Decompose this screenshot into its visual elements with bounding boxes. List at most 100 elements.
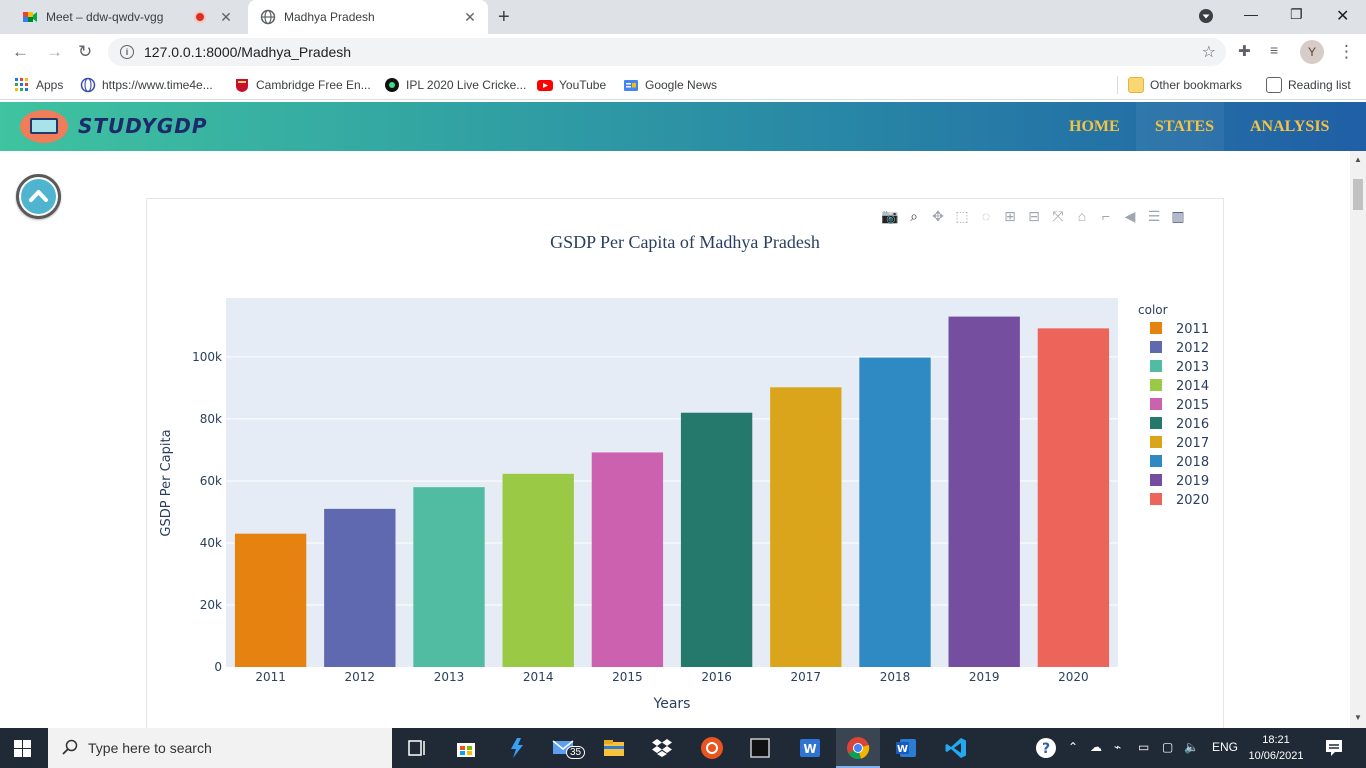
file-explorer-icon[interactable] <box>602 736 626 760</box>
legend-item-label[interactable]: 2015 <box>1176 398 1209 413</box>
bar-2016[interactable] <box>680 412 753 667</box>
legend-item-label[interactable]: 2014 <box>1176 379 1209 394</box>
laptop-logo-icon[interactable] <box>20 110 68 143</box>
ubuntu-icon[interactable] <box>700 736 724 760</box>
back-to-top-button[interactable] <box>16 174 61 219</box>
taskbar-search[interactable]: Type here to search <box>48 728 392 768</box>
nav-analysis[interactable]: ANALYSIS <box>1250 118 1329 136</box>
tab-search-icon[interactable] <box>1198 8 1214 27</box>
mail-icon[interactable]: 35 <box>552 736 586 760</box>
nav-home[interactable]: HOME <box>1069 118 1120 136</box>
microsoft-store-icon[interactable] <box>454 736 478 760</box>
bar-2013[interactable] <box>413 487 485 667</box>
legend-swatch[interactable] <box>1150 379 1162 391</box>
bar-2012[interactable] <box>324 508 396 667</box>
azure-data-studio-icon[interactable] <box>505 736 529 760</box>
legend-item-label[interactable]: 2016 <box>1176 417 1209 432</box>
legend-item-label[interactable]: 2013 <box>1176 360 1209 375</box>
bookmark-google-news[interactable]: Google News <box>623 77 717 93</box>
legend-item-label[interactable]: 2017 <box>1176 436 1209 451</box>
media-control-icon[interactable]: ≡ <box>1270 42 1278 58</box>
maximize-icon[interactable]: ❐ <box>1290 6 1303 23</box>
tab-madhya-pradesh[interactable]: Madhya Pradesh ✕ <box>248 0 488 34</box>
scrollbar-thumb[interactable] <box>1353 179 1363 210</box>
legend-swatch[interactable] <box>1150 341 1162 353</box>
legend-swatch[interactable] <box>1150 436 1162 448</box>
bar-2018[interactable] <box>859 357 931 667</box>
legend-item-label[interactable]: 2012 <box>1176 341 1209 356</box>
bar-2015[interactable] <box>591 452 664 667</box>
site-logo-text[interactable]: STUDYGDP <box>78 114 208 138</box>
new-tab-button[interactable]: + <box>498 6 510 29</box>
cricket-icon <box>384 77 400 93</box>
bar-2019[interactable] <box>948 316 1020 667</box>
legend-swatch[interactable] <box>1150 493 1162 505</box>
reading-list[interactable]: Reading list <box>1266 77 1351 93</box>
legend-swatch[interactable] <box>1150 398 1162 410</box>
scroll-down-icon[interactable]: ▼ <box>1354 713 1362 722</box>
bookmark-other[interactable]: Other bookmarks <box>1128 77 1242 93</box>
forward-arrow-icon[interactable]: → <box>46 42 63 62</box>
bookmark-apps[interactable]: Apps <box>14 77 63 93</box>
legend-item-label[interactable]: 2020 <box>1176 493 1209 508</box>
close-tab-icon[interactable]: ✕ <box>216 9 236 26</box>
bookmark-label: Google News <box>645 78 718 92</box>
display-icon[interactable]: ▢ <box>1162 740 1173 754</box>
close-tab-icon[interactable]: ✕ <box>460 9 480 26</box>
chrome-icon[interactable] <box>846 736 870 760</box>
show-hidden-icons-icon[interactable]: ⌃ <box>1068 740 1078 754</box>
notifications-icon[interactable] <box>1322 736 1346 760</box>
help-icon[interactable]: ? <box>1034 736 1058 760</box>
extensions-puzzle-icon[interactable]: ✚ <box>1238 42 1251 60</box>
whiteboard-icon[interactable]: W <box>798 736 822 760</box>
legend-swatch[interactable] <box>1150 474 1162 486</box>
dropbox-icon[interactable] <box>650 736 674 760</box>
battery-icon[interactable]: ▭ <box>1138 740 1149 754</box>
windows-start-icon[interactable] <box>14 740 31 762</box>
page-scrollbar[interactable]: ▲ ▼ <box>1350 151 1366 728</box>
volume-icon[interactable]: 🔈 <box>1184 740 1199 754</box>
address-bar[interactable]: i 127.0.0.1:8000/Madhya_Pradesh ☆ <box>108 38 1226 66</box>
bookmark-youtube[interactable]: YouTube <box>537 77 606 93</box>
nav-states[interactable]: STATES <box>1155 118 1214 136</box>
system-clock[interactable]: 18:21 10/06/2021 <box>1246 732 1306 764</box>
reading-list-icon <box>1266 77 1282 93</box>
y-tick-label: 60k <box>200 474 222 488</box>
legend-swatch[interactable] <box>1150 417 1162 429</box>
x-tick-label: 2012 <box>345 670 376 684</box>
reload-icon[interactable]: ↻ <box>78 42 92 62</box>
legend-swatch[interactable] <box>1150 360 1162 372</box>
chrome-menu-icon[interactable]: ⋮ <box>1338 42 1355 62</box>
word-icon[interactable]: W <box>894 736 918 760</box>
legend-item-label[interactable]: 2018 <box>1176 455 1209 470</box>
bookmark-star-icon[interactable]: ☆ <box>1202 42 1216 62</box>
network-icon[interactable]: ⌁ <box>1114 740 1121 754</box>
onedrive-icon[interactable]: ☁ <box>1090 740 1102 754</box>
tab-meet[interactable]: Meet – ddw-qwdv-vgg ✕ <box>8 0 244 34</box>
bar-2014[interactable] <box>502 473 574 667</box>
scroll-up-icon[interactable]: ▲ <box>1354 155 1362 164</box>
x-tick-label: 2014 <box>523 670 554 684</box>
legend-item-label[interactable]: 2019 <box>1176 474 1209 489</box>
site-info-icon[interactable]: i <box>120 45 134 59</box>
bar-2020[interactable] <box>1037 328 1110 667</box>
mail-badge: 35 <box>566 746 586 759</box>
back-arrow-icon[interactable]: ← <box>12 42 29 62</box>
legend[interactable]: 2011 2012 2013 2014 2015 2016 2017 2018 2019 2020 <box>1150 322 1209 508</box>
bar-2017[interactable] <box>770 387 842 667</box>
bar-2011[interactable] <box>234 533 307 667</box>
legend-swatch[interactable] <box>1150 455 1162 467</box>
vscode-icon[interactable] <box>944 736 968 760</box>
bookmark-cambridge[interactable]: Cambridge Free En... <box>234 77 371 93</box>
legend-item-label[interactable]: 2011 <box>1176 322 1209 337</box>
bookmark-time4e[interactable]: https://www.time4e... <box>80 77 213 93</box>
terminal-app-icon[interactable] <box>748 736 772 760</box>
profile-avatar[interactable]: Y <box>1300 40 1324 64</box>
x-tick-label: 2011 <box>255 670 286 684</box>
bookmark-ipl[interactable]: IPL 2020 Live Cricke... <box>384 77 526 93</box>
task-view-icon[interactable] <box>406 736 430 760</box>
legend-swatch[interactable] <box>1150 322 1162 334</box>
language-indicator[interactable]: ENG <box>1212 740 1238 754</box>
close-window-icon[interactable]: ✕ <box>1336 6 1349 26</box>
minimize-icon[interactable]: — <box>1244 6 1258 22</box>
